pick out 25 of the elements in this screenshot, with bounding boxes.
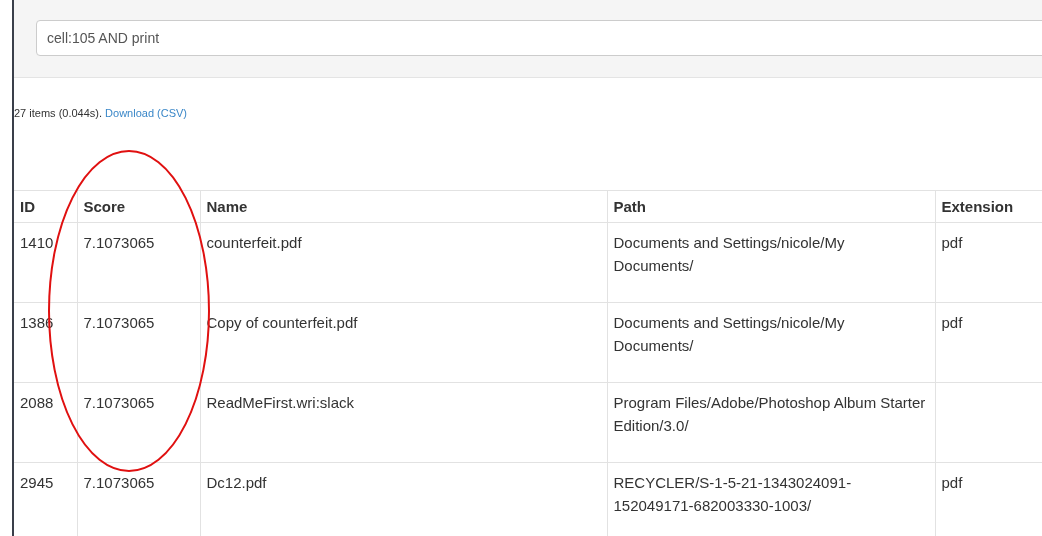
table-cell: 2945 bbox=[20, 474, 54, 491]
table-cell: pdf bbox=[941, 474, 963, 491]
search-field[interactable]: cell:105 AND print bbox=[36, 20, 1042, 56]
table-cell: 2088 bbox=[20, 394, 54, 411]
column-header[interactable]: Path bbox=[607, 190, 935, 223]
column-header[interactable]: ID bbox=[14, 190, 77, 223]
table-cell: Program Files/Adobe/Photoshop Album Starter Edition/3.0/ bbox=[613, 394, 926, 434]
table-cell: Documents and Settings/nicole/My Documents/ bbox=[613, 314, 845, 354]
table-cell: Documents and Settings/nicole/My Documents/ bbox=[613, 234, 845, 274]
column-header[interactable]: Extension bbox=[935, 190, 1042, 223]
table-cell: 7.1073065 bbox=[83, 314, 155, 331]
table-cell: Dc12.pdf bbox=[206, 474, 267, 491]
table-cell: counterfeit.pdf bbox=[206, 234, 302, 251]
table-cell: 7.1073065 bbox=[83, 474, 155, 491]
column-header[interactable]: Name bbox=[200, 190, 607, 223]
table-cell: 1410 bbox=[20, 234, 54, 251]
column-header[interactable]: Score bbox=[77, 190, 200, 223]
table-cell: pdf bbox=[941, 234, 963, 251]
result-count: 27 items (0.044s). bbox=[14, 107, 103, 119]
table-cell: 7.1073065 bbox=[83, 394, 155, 411]
table-cell: 7.1073065 bbox=[83, 234, 155, 251]
table-cell: pdf bbox=[941, 314, 963, 331]
table-cell: ReadMeFirst.wri:slack bbox=[206, 394, 355, 411]
table-cell: RECYCLER/S-1-5-21-1343024091-152049171-682003330-1003/ bbox=[613, 474, 852, 514]
download-link[interactable]: Download (CSV) bbox=[105, 107, 188, 119]
